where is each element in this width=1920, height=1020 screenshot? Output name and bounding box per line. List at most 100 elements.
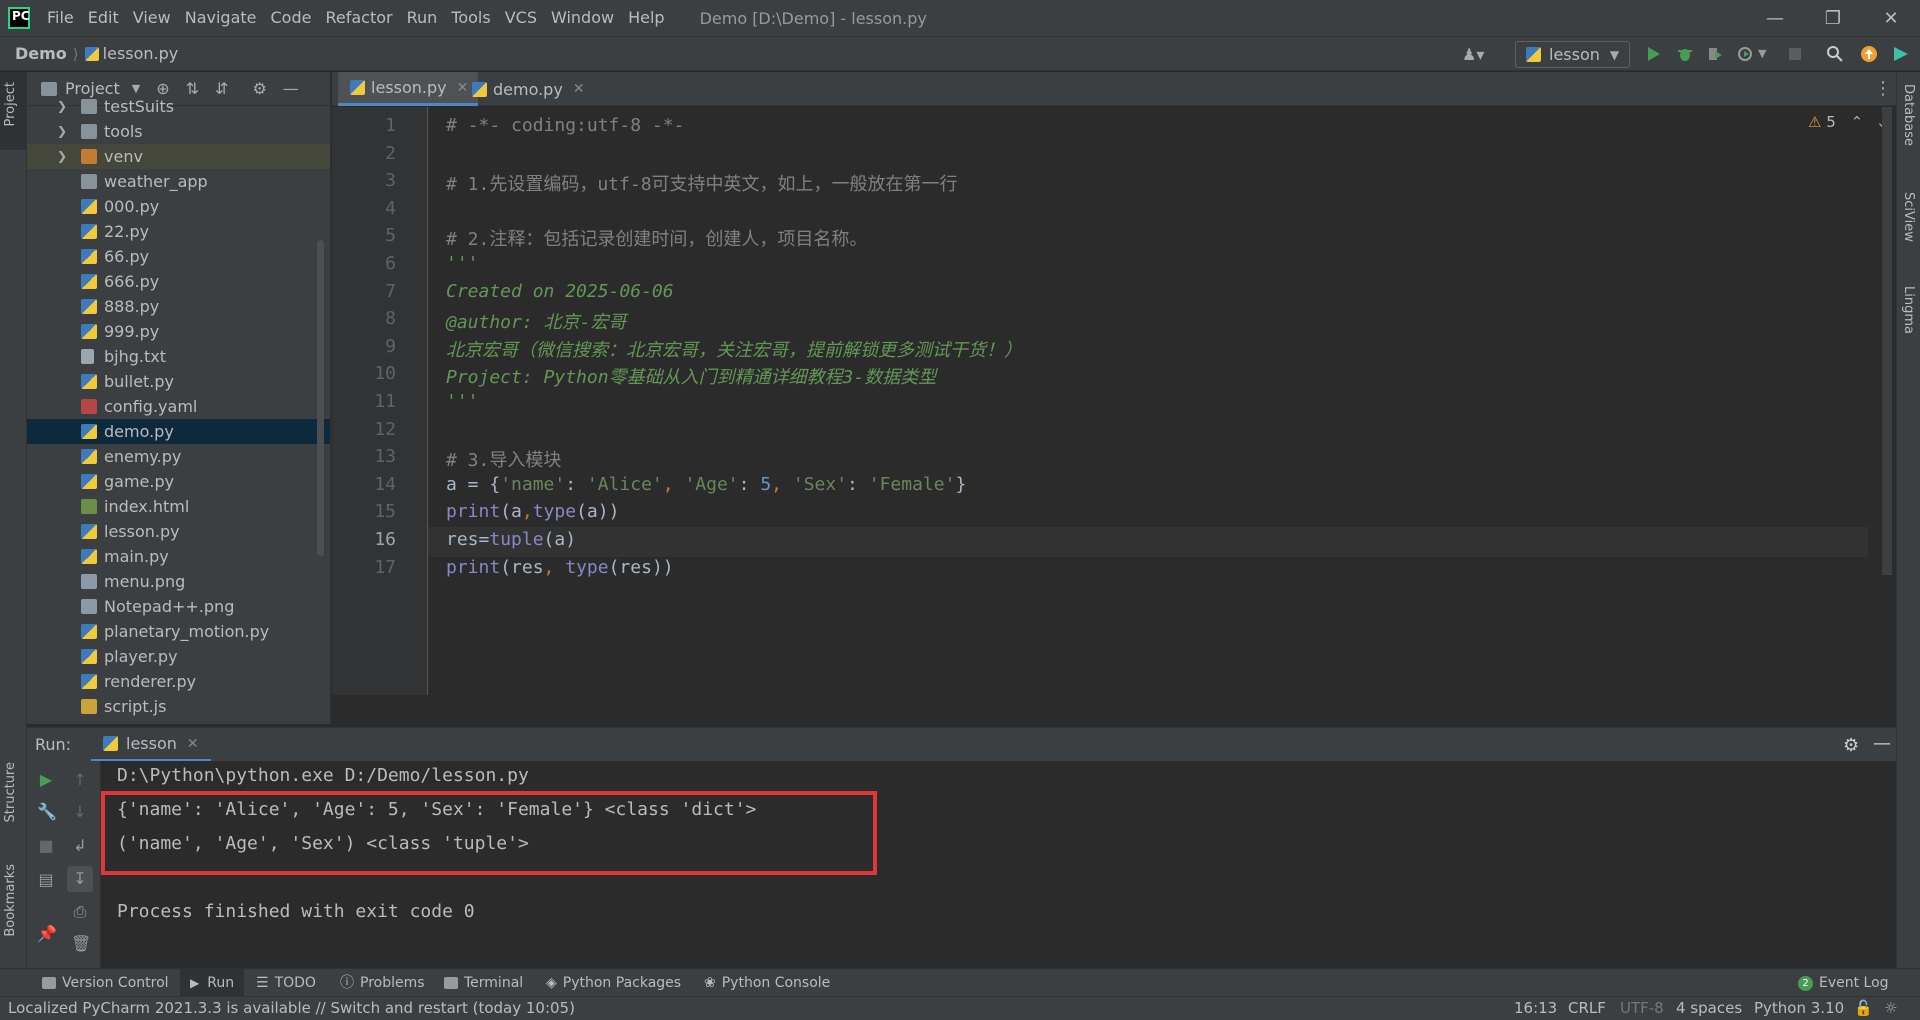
- tree-item[interactable]: 999.py: [27, 319, 330, 344]
- indent-setting[interactable]: 4 spaces: [1676, 999, 1742, 1017]
- status-message[interactable]: Localized PyCharm 2021.3.3 is available …: [8, 999, 575, 1017]
- line-separator[interactable]: CRLF: [1568, 999, 1606, 1017]
- tree-item[interactable]: ❯ testSuits: [27, 94, 330, 119]
- run-configuration-select[interactable]: lesson ▼: [1515, 41, 1630, 68]
- tree-item[interactable]: renderer.py: [27, 669, 330, 694]
- menu-edit[interactable]: Edit: [81, 0, 126, 36]
- tool-tab-terminal[interactable]: Terminal: [444, 969, 523, 997]
- tree-item[interactable]: player.py: [27, 644, 330, 669]
- tool-tab-python-console[interactable]: ❀ Python Console: [704, 969, 830, 997]
- menu-navigate[interactable]: Navigate: [178, 0, 264, 36]
- tree-item[interactable]: ❯ venv: [27, 144, 330, 169]
- run-icon[interactable]: [1644, 45, 1662, 63]
- chevron-right-icon[interactable]: ❯: [57, 144, 67, 169]
- run-console[interactable]: D:\Python\python.exe D:/Demo/lesson.py {…: [101, 761, 1896, 968]
- caret-position[interactable]: 16:13: [1514, 999, 1557, 1017]
- menu-refactor[interactable]: Refactor: [318, 0, 399, 36]
- tree-item[interactable]: planetary_motion.py: [27, 619, 330, 644]
- tree-item[interactable]: main.py: [27, 544, 330, 569]
- tree-item[interactable]: menu.png: [27, 569, 330, 594]
- rerun-icon[interactable]: ▶: [37, 771, 55, 789]
- chevron-right-icon[interactable]: ❯: [57, 119, 67, 144]
- chevron-right-icon[interactable]: ❯: [57, 94, 67, 119]
- tree-item[interactable]: game.py: [27, 469, 330, 494]
- menu-file[interactable]: File: [40, 0, 81, 36]
- arrow-down-icon[interactable]: ↓: [71, 803, 89, 821]
- tool-tab-database[interactable]: Database: [1901, 84, 1916, 146]
- minimize-button[interactable]: —: [1746, 0, 1804, 36]
- layout-icon[interactable]: ▤: [37, 871, 55, 889]
- tree-item[interactable]: bullet.py: [27, 369, 330, 394]
- menu-vcs[interactable]: VCS: [498, 0, 544, 36]
- code-editor[interactable]: 1 2 3 4 5 6 7 8 9 10 11 12 13 14 15 16 17 # -*- coding:u…: [332, 107, 1896, 695]
- tool-tab-todo[interactable]: ☰ TODO: [256, 969, 316, 997]
- gear-icon[interactable]: ⚙: [1843, 735, 1859, 756]
- menu-code[interactable]: Code: [264, 0, 319, 36]
- menu-run[interactable]: Run: [400, 0, 445, 36]
- trash-icon[interactable]: 🗑: [71, 935, 91, 953]
- tree-item[interactable]: 66.py: [27, 244, 330, 269]
- breadcrumb-project[interactable]: Demo: [15, 44, 67, 63]
- wrench-icon[interactable]: 🔧: [37, 803, 57, 821]
- user-icon[interactable]: ♟▾: [1462, 45, 1484, 64]
- tree-item[interactable]: lesson.py: [27, 519, 330, 544]
- menu-window[interactable]: Window: [544, 0, 621, 36]
- menu-tools[interactable]: Tools: [444, 0, 497, 36]
- profile-icon[interactable]: [1736, 45, 1754, 63]
- search-icon[interactable]: [1826, 45, 1844, 63]
- tree-item[interactable]: 666.py: [27, 269, 330, 294]
- editor-scrollbar[interactable]: [1882, 107, 1892, 575]
- tree-item[interactable]: 22.py: [27, 219, 330, 244]
- coverage-icon[interactable]: [1706, 45, 1724, 63]
- arrow-up-icon[interactable]: ↑: [71, 771, 89, 789]
- tool-tab-problems[interactable]: ⓘ Problems: [340, 969, 425, 997]
- python-interpreter[interactable]: Python 3.10: [1754, 999, 1844, 1017]
- hide-panel-icon[interactable]: —: [1873, 733, 1891, 754]
- tree-item[interactable]: index.html: [27, 494, 330, 519]
- tool-tab-version-control[interactable]: Version Control: [42, 969, 169, 997]
- stop-icon[interactable]: ■: [37, 837, 55, 855]
- menu-view[interactable]: View: [126, 0, 178, 36]
- chevron-up-icon[interactable]: ⌃: [1851, 113, 1864, 131]
- tree-item[interactable]: 888.py: [27, 294, 330, 319]
- close-button[interactable]: ✕: [1862, 0, 1920, 36]
- tool-tab-structure[interactable]: Structure: [3, 762, 18, 822]
- lock-icon[interactable]: 🔓: [1854, 999, 1873, 1017]
- tool-tab-bookmarks[interactable]: Bookmarks: [3, 864, 18, 937]
- soft-wrap-icon[interactable]: ↲: [71, 837, 89, 855]
- tool-tab-run[interactable]: ▶ Run: [180, 969, 245, 997]
- inspection-widget[interactable]: ⚠ 5 ⌃ ⌄: [1808, 113, 1889, 131]
- debug-icon[interactable]: [1676, 45, 1694, 63]
- tree-item[interactable]: weather_app: [27, 169, 330, 194]
- tree-item[interactable]: config.yaml: [27, 394, 330, 419]
- tree-item[interactable]: Notepad++.png: [27, 594, 330, 619]
- tree-item[interactable]: bjhg.txt: [27, 344, 330, 369]
- tool-tab-project[interactable]: Project: [3, 82, 18, 126]
- print-icon[interactable]: ⎙: [71, 903, 89, 921]
- update-icon[interactable]: [1860, 45, 1878, 63]
- project-scrollbar[interactable]: [317, 240, 324, 556]
- tool-tab-lingma[interactable]: Lingma: [1901, 286, 1916, 334]
- more-options-icon[interactable]: ⋮: [1874, 78, 1892, 99]
- event-log-button[interactable]: 2 Event Log: [1798, 969, 1889, 997]
- menu-help[interactable]: Help: [621, 0, 671, 36]
- restore-button[interactable]: ❐: [1804, 0, 1862, 36]
- inspector-icon[interactable]: ☼: [1884, 999, 1897, 1017]
- editor-tab-demo[interactable]: demo.py ✕: [460, 72, 595, 106]
- editor-tab-lesson[interactable]: lesson.py ✕: [338, 72, 479, 106]
- tree-item[interactable]: ❯ tools: [27, 119, 330, 144]
- tree-item[interactable]: 000.py: [27, 194, 330, 219]
- breadcrumb-file[interactable]: lesson.py: [103, 44, 179, 63]
- more-run-options-icon[interactable]: ▼: [1758, 47, 1776, 65]
- scroll-to-end-icon[interactable]: ↧: [67, 866, 93, 892]
- jetbrains-toolbox-icon[interactable]: [1892, 45, 1910, 63]
- tree-item[interactable]: enemy.py: [27, 444, 330, 469]
- pin-icon[interactable]: 📌: [37, 925, 57, 943]
- run-tab-lesson[interactable]: lesson ✕: [91, 728, 211, 762]
- stop-icon[interactable]: [1786, 45, 1804, 63]
- close-tab-icon[interactable]: ✕: [187, 736, 199, 752]
- tool-tab-python-packages[interactable]: ◈ Python Packages: [546, 969, 681, 997]
- tree-item[interactable]: script.js: [27, 694, 330, 719]
- file-encoding[interactable]: UTF-8: [1620, 999, 1664, 1017]
- tool-tab-sciview[interactable]: SciView: [1901, 192, 1916, 242]
